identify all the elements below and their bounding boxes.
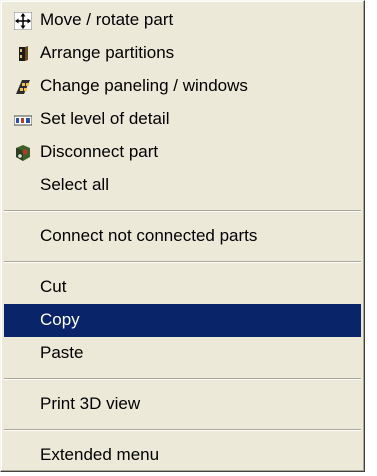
menu-item-label: Cut: [40, 277, 67, 296]
menu-item-disconnect-part[interactable]: Disconnect part: [4, 136, 361, 169]
menu-separator: [4, 378, 361, 380]
menu-item-label: Set level of detail: [40, 109, 170, 128]
menu-item-label: Select all: [40, 175, 109, 194]
disconnect-part-icon: [14, 144, 32, 162]
partitions-icon: [14, 45, 32, 63]
menu-item-label: Print 3D view: [40, 394, 141, 413]
menu-item-move-rotate-part[interactable]: Move / rotate part: [4, 4, 361, 37]
menu-item-paste[interactable]: Paste: [4, 337, 361, 370]
menu-item-change-paneling-windows[interactable]: Change paneling / windows: [4, 70, 361, 103]
menu-item-copy[interactable]: Copy: [4, 304, 361, 337]
menu-item-label: Extended menu: [40, 445, 160, 464]
menu-item-label: Paste: [40, 343, 84, 362]
menu-item-label: Connect not connected parts: [40, 226, 258, 245]
menu-item-label: Disconnect part: [40, 142, 159, 161]
menu-item-label: Arrange partitions: [40, 43, 175, 62]
menu-separator: [4, 210, 361, 212]
context-menu: Move / rotate part Arrange partitions Ch…: [0, 0, 365, 472]
menu-item-connect-not-connected-parts[interactable]: Connect not connected parts: [4, 220, 361, 253]
menu-item-print-3d-view[interactable]: Print 3D view: [4, 388, 361, 421]
menu-separator: [4, 429, 361, 431]
move-rotate-icon: [14, 12, 32, 30]
menu-item-set-level-of-detail[interactable]: Set level of detail: [4, 103, 361, 136]
menu-item-extended-menu[interactable]: Extended menu: [4, 439, 361, 472]
menu-item-arrange-partitions[interactable]: Arrange partitions: [4, 37, 361, 70]
paneling-windows-icon: [14, 78, 32, 96]
menu-item-label: Move / rotate part: [40, 10, 174, 29]
menu-item-label: Change paneling / windows: [40, 76, 248, 95]
menu-separator: [4, 261, 361, 263]
menu-item-label: Copy: [40, 310, 80, 329]
menu-item-cut[interactable]: Cut: [4, 271, 361, 304]
menu-item-select-all[interactable]: Select all: [4, 169, 361, 202]
level-of-detail-icon: [14, 111, 32, 129]
